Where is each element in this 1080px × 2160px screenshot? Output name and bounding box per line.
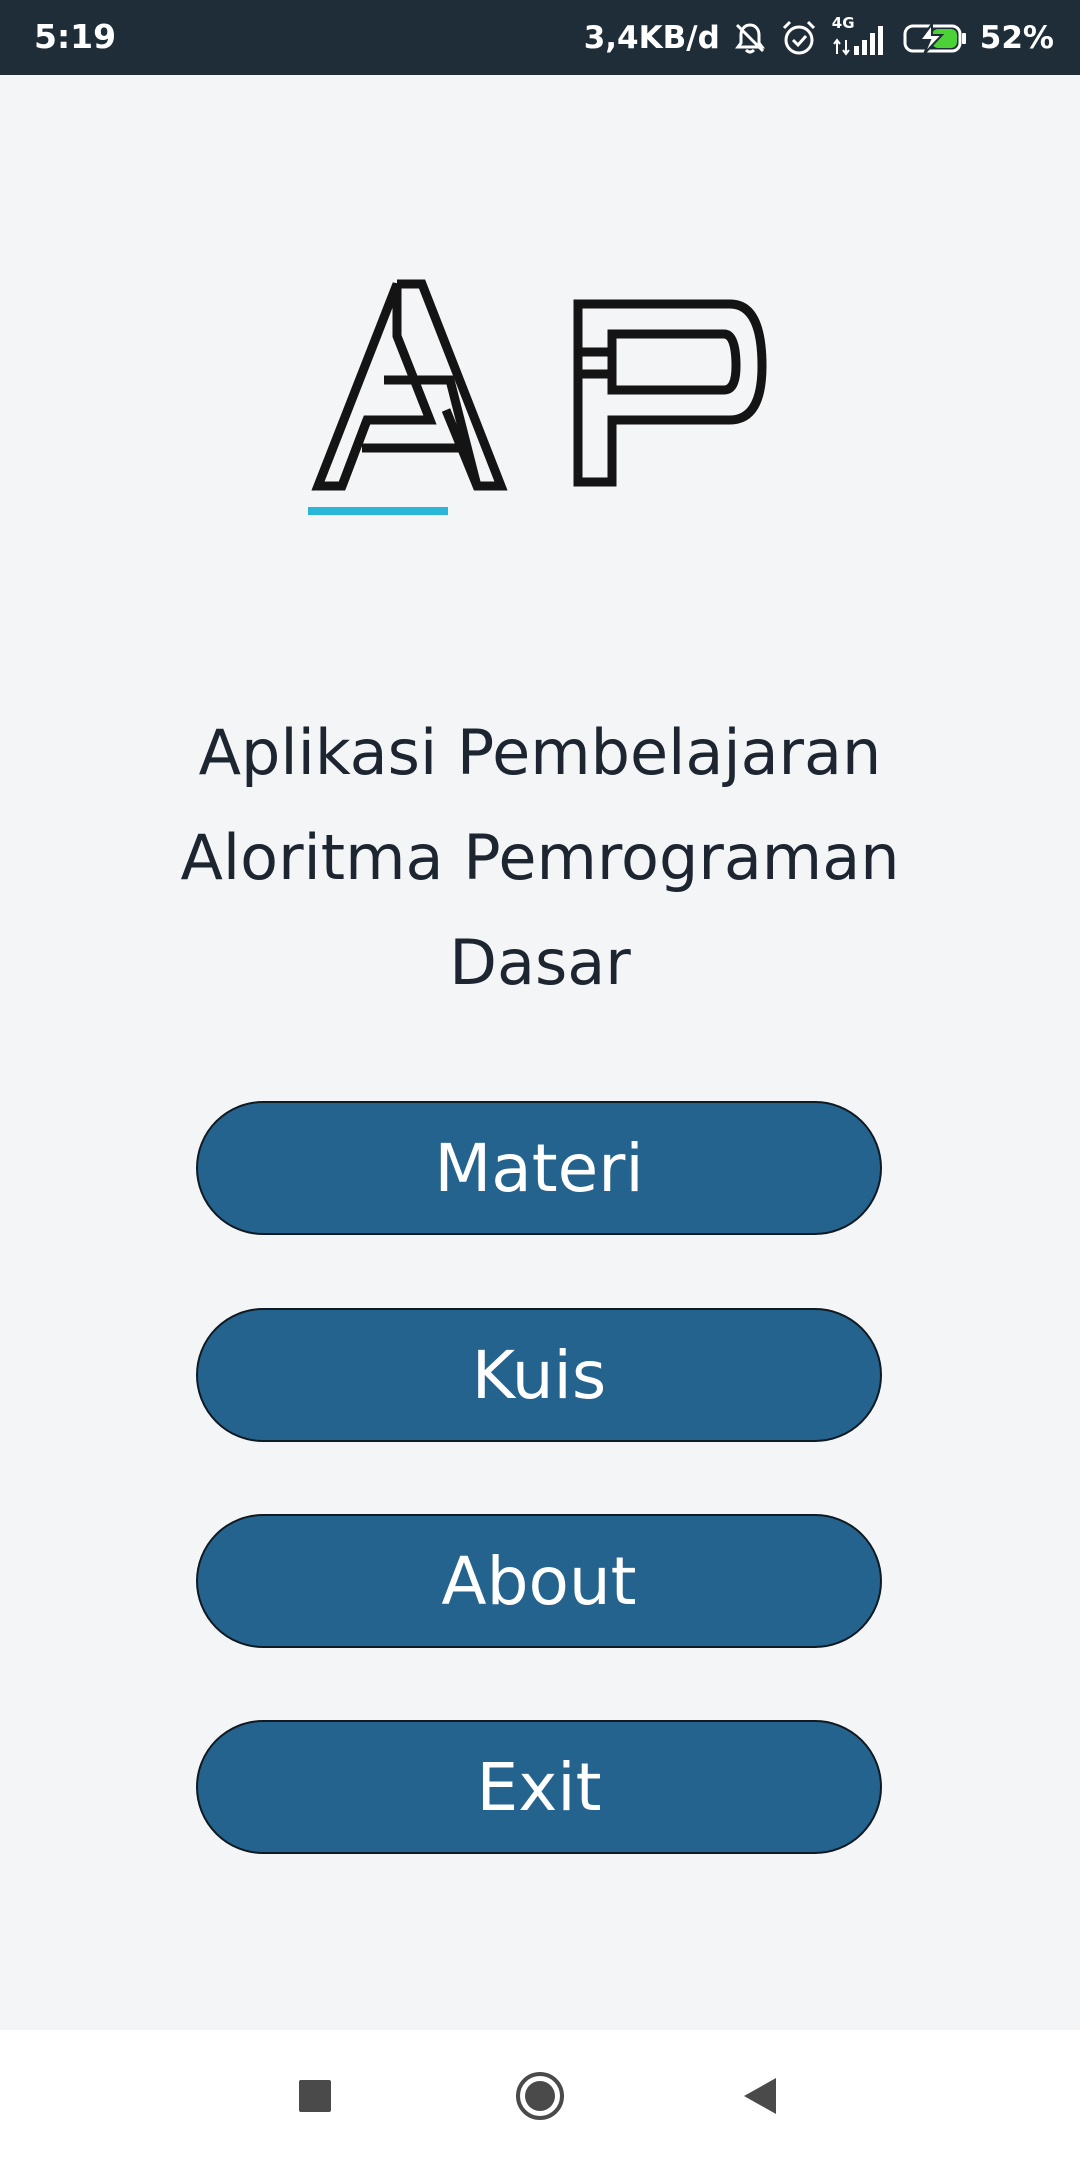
network-speed: 3,4KB/d — [583, 20, 720, 56]
status-time: 5:19 — [34, 17, 117, 56]
home-circle-icon[interactable] — [515, 2071, 565, 2126]
recents-square-icon[interactable] — [298, 2079, 332, 2118]
kuis-button[interactable]: Kuis — [196, 1308, 882, 1442]
title-line-2: Aloritma Pemrograman — [180, 821, 900, 894]
status-icons: 3,4KB/d 4G 52% — [584, 14, 1054, 62]
battery-percent: 52% — [979, 20, 1054, 56]
title-line-3: Dasar — [449, 926, 631, 999]
alarm-icon — [780, 19, 818, 57]
navigation-bar — [0, 2030, 1080, 2160]
exit-button[interactable]: Exit — [196, 1720, 882, 1854]
app-title: Aplikasi Pembelajaran Aloritma Pemrogram… — [90, 700, 990, 1015]
signal-icon: 4G — [830, 14, 890, 58]
app-logo — [300, 270, 780, 530]
battery-charging-icon — [902, 20, 968, 56]
notifications-off-icon — [732, 20, 768, 56]
materi-button[interactable]: Materi — [196, 1101, 882, 1235]
back-triangle-icon[interactable] — [742, 2076, 778, 2121]
status-bar: 5:19 3,4KB/d 4G 52% — [0, 0, 1080, 75]
about-button[interactable]: About — [196, 1514, 882, 1648]
logo-accent-underline — [308, 507, 448, 515]
title-line-1: Aplikasi Pembelajaran — [198, 716, 882, 789]
